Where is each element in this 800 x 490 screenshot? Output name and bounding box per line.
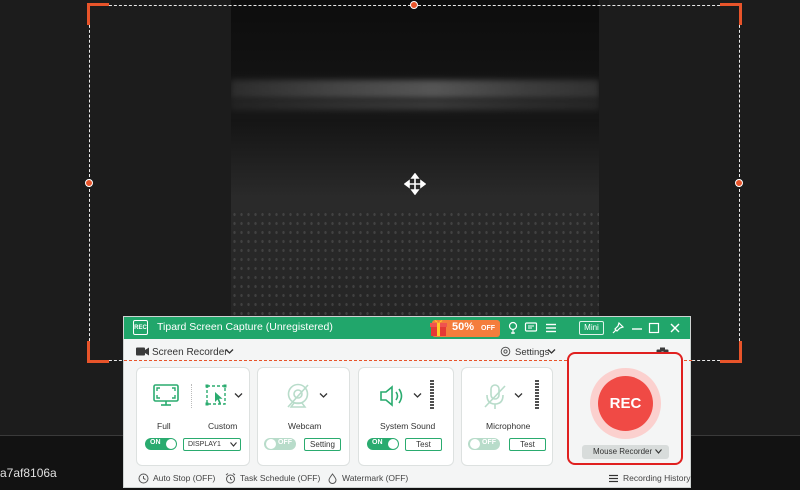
chevron-down-icon xyxy=(230,442,237,447)
rec-button[interactable]: REC xyxy=(598,376,653,431)
resize-corner-bottom-right[interactable] xyxy=(720,341,742,363)
system-sound-card: System Sound ON Test xyxy=(358,367,454,466)
desktop-background: a7af8106a REC Tipard Screen Capture (Unr… xyxy=(0,0,800,490)
mic-volume-meter[interactable] xyxy=(535,380,539,410)
display-select-value: DISPLAY1 xyxy=(188,441,221,448)
microphone-card: Microphone OFF Test xyxy=(461,367,553,466)
system-volume-meter[interactable] xyxy=(430,380,434,410)
microphone-icon[interactable] xyxy=(483,383,507,411)
list-icon xyxy=(609,474,618,483)
recording-history-label: Recording History xyxy=(623,473,691,483)
promo-off: OFF xyxy=(481,325,495,332)
window-title: Tipard Screen Capture (Unregistered) xyxy=(157,321,333,333)
system-sound-toggle-text: ON xyxy=(372,439,383,446)
webcam-toggle-text: OFF xyxy=(278,439,292,446)
chevron-down-icon[interactable] xyxy=(514,392,523,399)
speaker-icon[interactable] xyxy=(379,385,407,407)
chevron-down-icon[interactable] xyxy=(225,348,234,355)
menu-icon[interactable] xyxy=(544,321,558,335)
task-schedule-label: Task Schedule (OFF) xyxy=(240,473,321,483)
mouse-recorder-value: Mouse Recorder xyxy=(593,447,653,456)
promo-percent: 50% xyxy=(452,321,475,333)
gift-icon xyxy=(430,320,447,336)
system-sound-test-button[interactable]: Test xyxy=(405,438,442,451)
feedback-icon[interactable] xyxy=(524,321,538,335)
resize-corner-top-left[interactable] xyxy=(87,3,109,25)
file-hash-text: a7af8106a xyxy=(0,466,57,480)
custom-region-icon[interactable] xyxy=(205,384,229,408)
webcam-label: Webcam xyxy=(288,421,322,431)
webcam-card: Webcam OFF Setting xyxy=(257,367,350,466)
resize-corner-bottom-left[interactable] xyxy=(87,341,109,363)
toggle-knob xyxy=(470,439,480,449)
chevron-down-icon[interactable] xyxy=(547,348,556,355)
lightbulb-icon[interactable] xyxy=(506,321,520,335)
toggle-knob xyxy=(266,439,276,449)
webcam-setting-button[interactable]: Setting xyxy=(304,438,341,451)
microphone-toggle[interactable]: OFF xyxy=(468,438,500,450)
custom-label: Custom xyxy=(208,421,238,431)
resize-handle-left[interactable] xyxy=(85,179,93,187)
alarm-clock-icon xyxy=(225,473,236,484)
app-logo: REC xyxy=(133,320,148,335)
mini-mode-button[interactable]: Mini xyxy=(579,321,604,335)
auto-stop-label: Auto Stop (OFF) xyxy=(153,473,216,483)
resize-corner-top-right[interactable] xyxy=(720,3,742,25)
chevron-down-icon[interactable] xyxy=(319,392,328,399)
resize-handle-right[interactable] xyxy=(735,179,743,187)
watermark-label: Watermark (OFF) xyxy=(342,473,409,483)
microphone-test-button[interactable]: Test xyxy=(509,438,546,451)
clock-icon xyxy=(138,473,149,484)
maximize-icon[interactable] xyxy=(647,321,661,335)
promo-badge[interactable]: 50% OFF xyxy=(430,320,500,337)
recorder-window: REC Tipard Screen Capture (Unregistered)… xyxy=(123,316,692,488)
full-toggle[interactable]: ON xyxy=(145,438,177,450)
video-camera-icon xyxy=(136,347,149,356)
toggle-knob xyxy=(388,439,398,449)
area-card: Full Custom ON DISPLAY1 xyxy=(136,367,250,466)
settings-button[interactable]: Settings xyxy=(515,347,549,358)
resize-handle-top[interactable] xyxy=(410,1,418,9)
full-label: Full xyxy=(157,421,171,431)
settings-gear-icon[interactable] xyxy=(500,346,511,357)
pin-icon[interactable] xyxy=(611,321,625,335)
toggle-knob xyxy=(166,439,176,449)
close-icon[interactable] xyxy=(668,321,682,335)
full-toggle-text: ON xyxy=(150,439,161,446)
full-screen-icon[interactable] xyxy=(153,384,179,406)
display-select[interactable]: DISPLAY1 xyxy=(183,438,241,451)
chevron-down-icon xyxy=(655,449,662,454)
webcam-icon[interactable] xyxy=(285,383,311,411)
chevron-down-icon[interactable] xyxy=(413,392,422,399)
webcam-toggle[interactable]: OFF xyxy=(264,438,296,450)
minimize-icon[interactable] xyxy=(630,321,644,335)
recorder-mode-label[interactable]: Screen Recorder xyxy=(152,347,228,358)
system-sound-label: System Sound xyxy=(380,421,436,431)
system-sound-toggle[interactable]: ON xyxy=(367,438,399,450)
microphone-toggle-text: OFF xyxy=(482,439,496,446)
chevron-down-icon[interactable] xyxy=(234,392,243,399)
record-panel-highlight: REC Mouse Recorder xyxy=(567,352,683,465)
mouse-recorder-select[interactable]: Mouse Recorder xyxy=(582,445,669,459)
rec-button-ring: REC xyxy=(590,368,661,439)
title-bar: REC Tipard Screen Capture (Unregistered)… xyxy=(124,317,690,339)
move-cursor-icon[interactable] xyxy=(404,173,426,195)
microphone-label: Microphone xyxy=(486,421,531,431)
divider xyxy=(191,384,192,408)
droplet-icon xyxy=(328,473,337,484)
